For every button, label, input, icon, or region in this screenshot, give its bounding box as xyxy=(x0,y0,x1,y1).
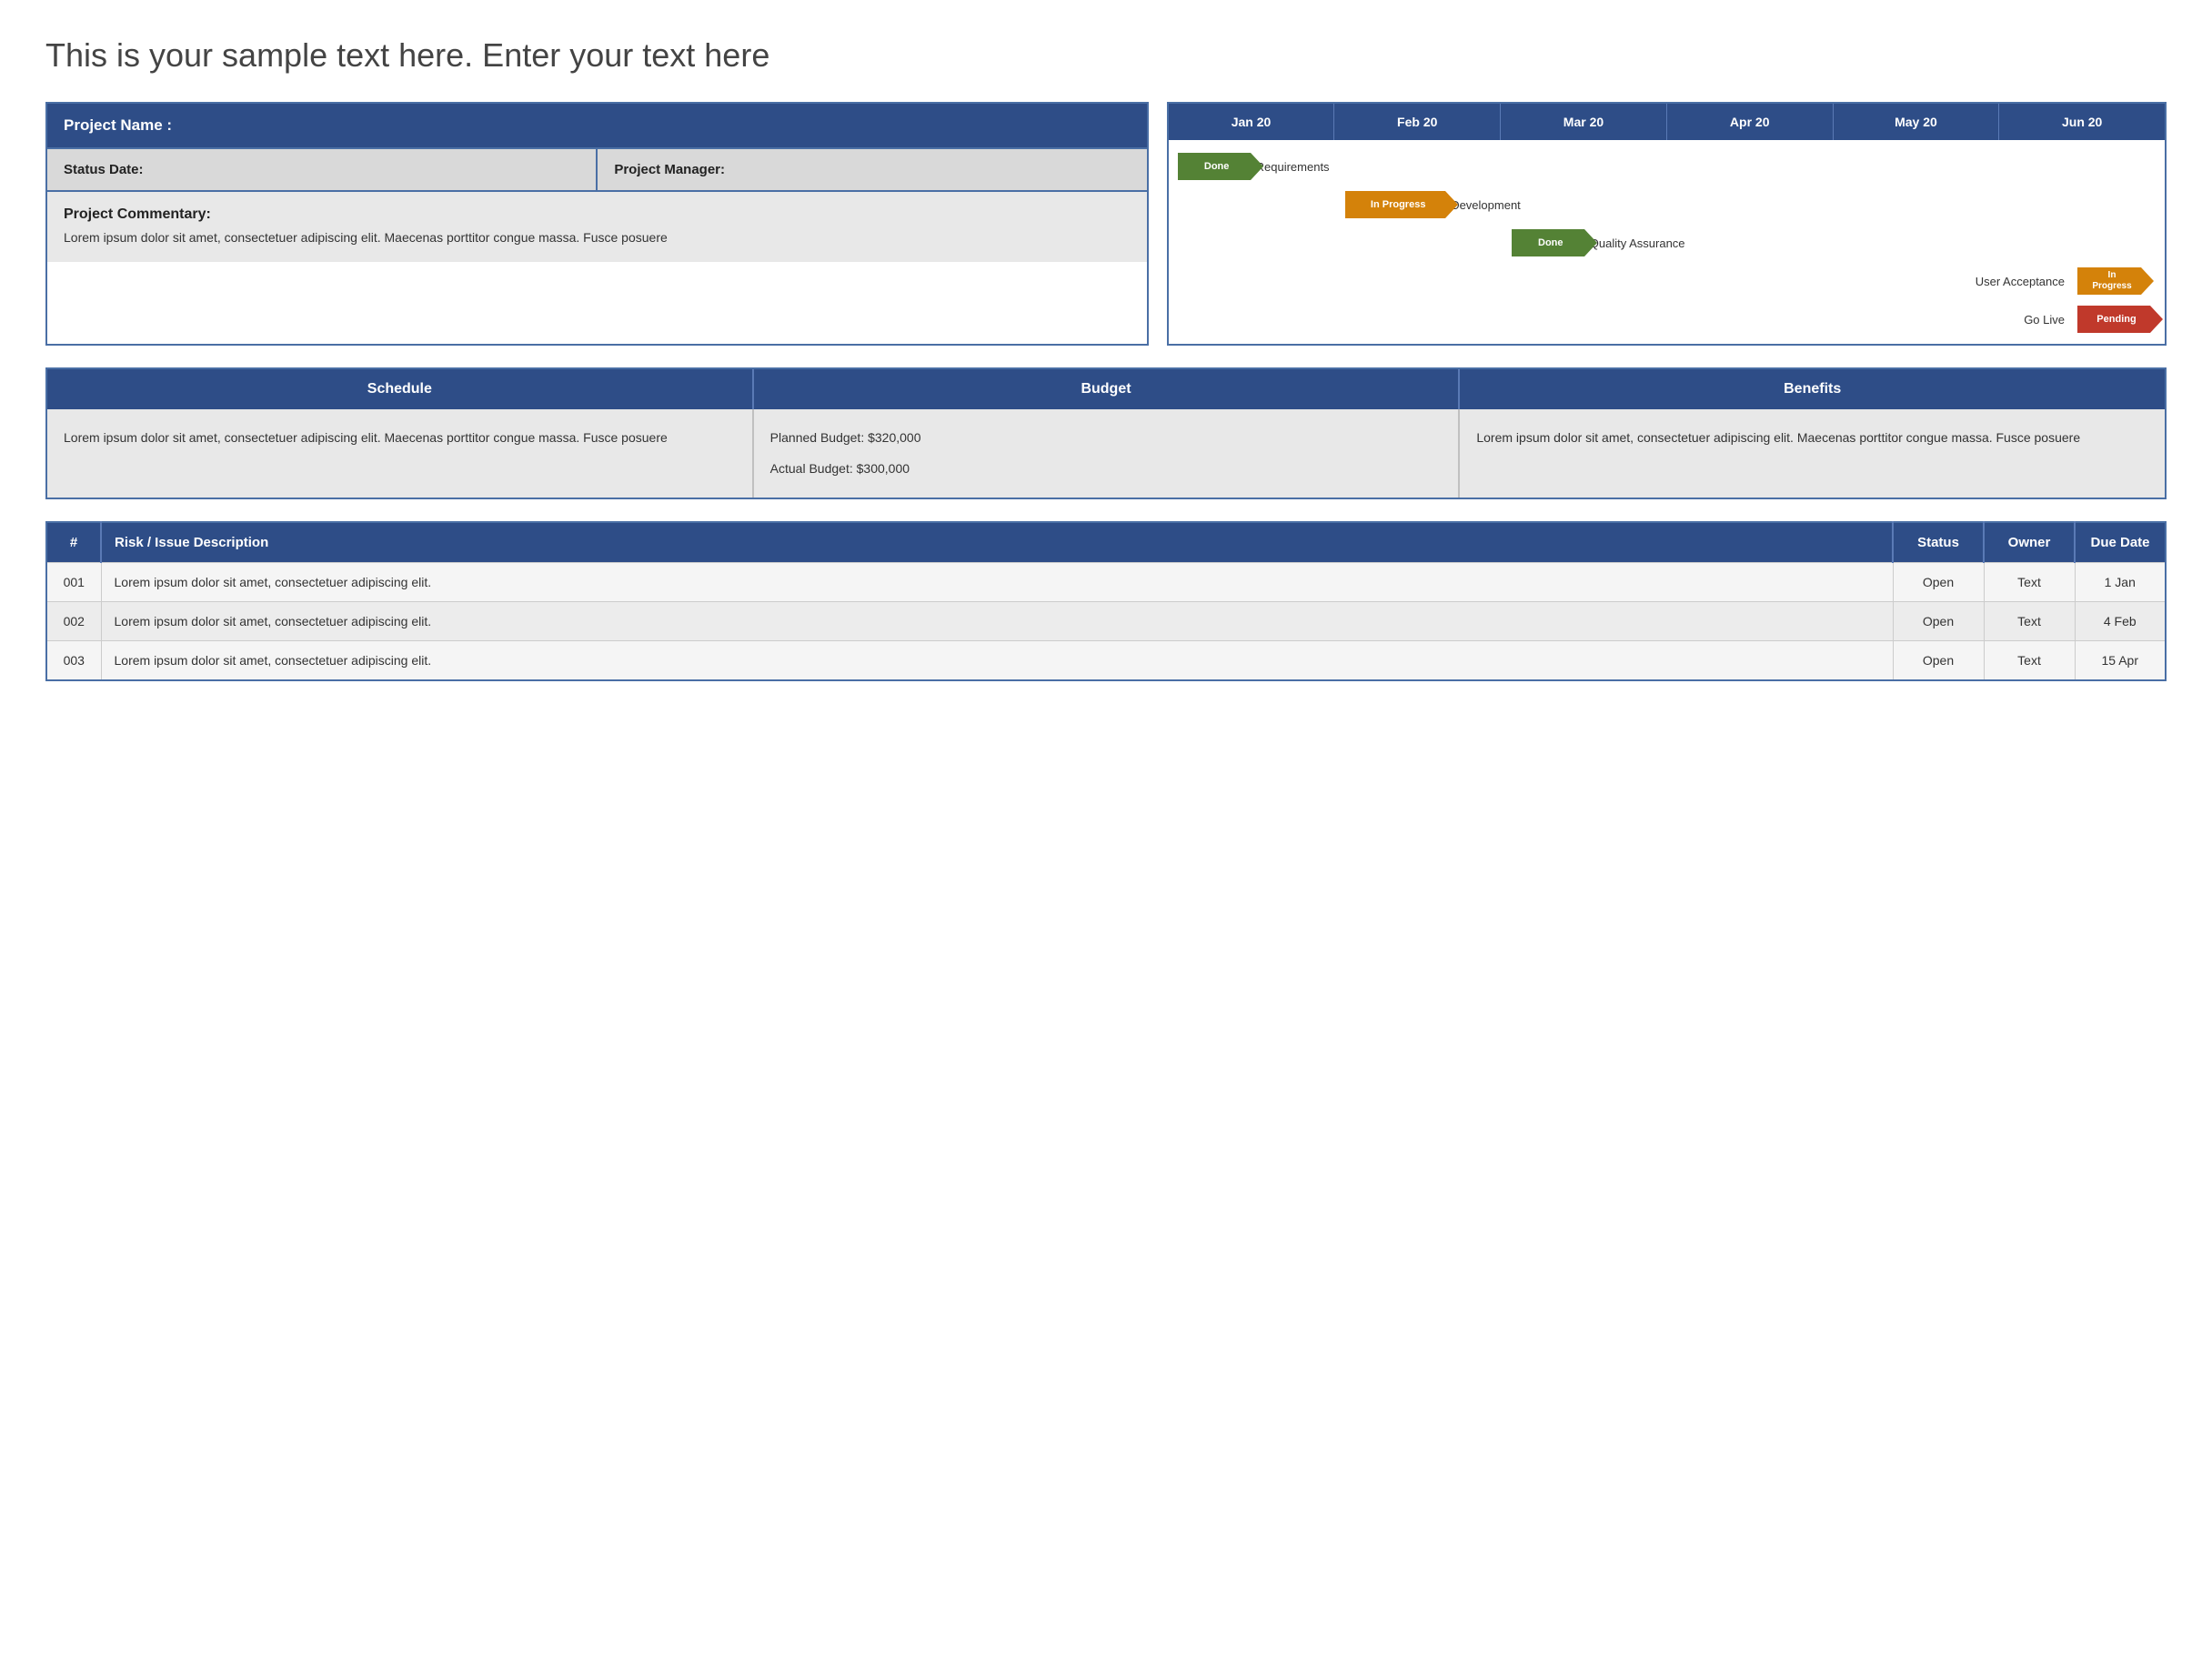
risk-col-status: Status xyxy=(1893,522,1984,563)
commentary-title: Project Commentary: xyxy=(64,206,1131,223)
bar-golive: Pending xyxy=(2077,306,2150,333)
risk-col-num: # xyxy=(46,522,101,563)
gantt-row-requirements: Done Requirements xyxy=(1174,147,1503,186)
table-row: 003 Lorem ipsum dolor sit amet, consecte… xyxy=(46,640,2166,680)
gantt-month-2: Feb 20 xyxy=(1334,104,1501,140)
gantt-month-1: Jan 20 xyxy=(1169,104,1335,140)
gantt-panel: Jan 20 Feb 20 Mar 20 Apr 20 May 20 Jun 2… xyxy=(1167,102,2167,346)
risk-table-header: # Risk / Issue Description Status Owner … xyxy=(46,522,2166,563)
risk-col-due: Due Date xyxy=(2075,522,2166,563)
project-manager-cell: Project Manager: xyxy=(598,149,1146,190)
sbb-budget-actual: Actual Budget: $300,000 xyxy=(770,458,1443,478)
gantt-row-qa: Done Quality Assurance xyxy=(1503,224,1996,262)
bar-development: In Progress xyxy=(1345,191,1445,218)
risk-num-3: 003 xyxy=(46,640,101,680)
risk-due-2: 4 Feb xyxy=(2075,601,2166,640)
risk-owner-2: Text xyxy=(1984,601,2075,640)
risk-due-3: 15 Apr xyxy=(2075,640,2166,680)
gantt-row-uat: User Acceptance InProgress xyxy=(1174,262,2159,300)
page-title: This is your sample text here. Enter you… xyxy=(45,36,2167,75)
gantt-row-golive: Go Live Pending xyxy=(1174,300,2159,338)
status-date-cell: Status Date: xyxy=(47,149,598,190)
status-date-label: Status Date: xyxy=(64,162,144,177)
sbb-schedule-text: Lorem ipsum dolor sit amet, consectetuer… xyxy=(47,409,754,498)
bar-requirements: Done xyxy=(1178,153,1251,180)
risk-desc-1: Lorem ipsum dolor sit amet, consectetuer… xyxy=(101,562,1893,601)
project-name-label: Project Name : xyxy=(64,116,172,134)
status-row: Status Date: Project Manager: xyxy=(47,147,1147,190)
sbb-body: Lorem ipsum dolor sit amet, consectetuer… xyxy=(47,409,2165,498)
label-uat: User Acceptance xyxy=(1976,275,2070,288)
sbb-header-budget: Budget xyxy=(754,369,1461,409)
sbb-section: Schedule Budget Benefits Lorem ipsum dol… xyxy=(45,367,2167,499)
risk-status-3: Open xyxy=(1893,640,1984,680)
risk-col-owner: Owner xyxy=(1984,522,2075,563)
sbb-header: Schedule Budget Benefits xyxy=(47,369,2165,409)
sbb-budget-planned: Planned Budget: $320,000 xyxy=(770,427,1443,447)
risk-status-1: Open xyxy=(1893,562,1984,601)
sbb-benefits-text: Lorem ipsum dolor sit amet, consectetuer… xyxy=(1460,409,2165,498)
project-name-row: Project Name : xyxy=(47,104,1147,147)
risk-header-row: # Risk / Issue Description Status Owner … xyxy=(46,522,2166,563)
bar-qa: Done xyxy=(1512,229,1584,256)
gantt-month-3: Mar 20 xyxy=(1501,104,1667,140)
label-golive: Go Live xyxy=(2024,313,2070,327)
table-row: 001 Lorem ipsum dolor sit amet, consecte… xyxy=(46,562,2166,601)
risk-col-desc: Risk / Issue Description xyxy=(101,522,1893,563)
risk-table: # Risk / Issue Description Status Owner … xyxy=(45,521,2167,681)
risk-owner-1: Text xyxy=(1984,562,2075,601)
gantt-month-6: Jun 20 xyxy=(1999,104,2165,140)
risk-due-1: 1 Jan xyxy=(2075,562,2166,601)
gantt-row-development: In Progress Development xyxy=(1338,186,1831,224)
gantt-month-4: Apr 20 xyxy=(1667,104,1834,140)
project-manager-label: Project Manager: xyxy=(614,162,725,177)
risk-owner-3: Text xyxy=(1984,640,2075,680)
sbb-header-schedule: Schedule xyxy=(47,369,754,409)
sbb-header-benefits: Benefits xyxy=(1460,369,2165,409)
risk-num-2: 002 xyxy=(46,601,101,640)
label-qa: Quality Assurance xyxy=(1584,236,1685,250)
risk-desc-3: Lorem ipsum dolor sit amet, consectetuer… xyxy=(101,640,1893,680)
risk-table-body: 001 Lorem ipsum dolor sit amet, consecte… xyxy=(46,562,2166,680)
sbb-budget-cell: Planned Budget: $320,000 Actual Budget: … xyxy=(754,409,1461,498)
gantt-header: Jan 20 Feb 20 Mar 20 Apr 20 May 20 Jun 2… xyxy=(1169,104,2165,140)
table-row: 002 Lorem ipsum dolor sit amet, consecte… xyxy=(46,601,2166,640)
gantt-month-5: May 20 xyxy=(1834,104,2000,140)
gantt-body: Done Requirements In Progress Developmen… xyxy=(1169,140,2165,344)
risk-status-2: Open xyxy=(1893,601,1984,640)
risk-desc-2: Lorem ipsum dolor sit amet, consectetuer… xyxy=(101,601,1893,640)
risk-num-1: 001 xyxy=(46,562,101,601)
commentary-text: Lorem ipsum dolor sit amet, consectetuer… xyxy=(64,228,1131,247)
bar-uat: InProgress xyxy=(2077,267,2141,295)
left-panel: Project Name : Status Date: Project Mana… xyxy=(45,102,1149,346)
commentary-row: Project Commentary: Lorem ipsum dolor si… xyxy=(47,190,1147,262)
top-section: Project Name : Status Date: Project Mana… xyxy=(45,102,2167,346)
